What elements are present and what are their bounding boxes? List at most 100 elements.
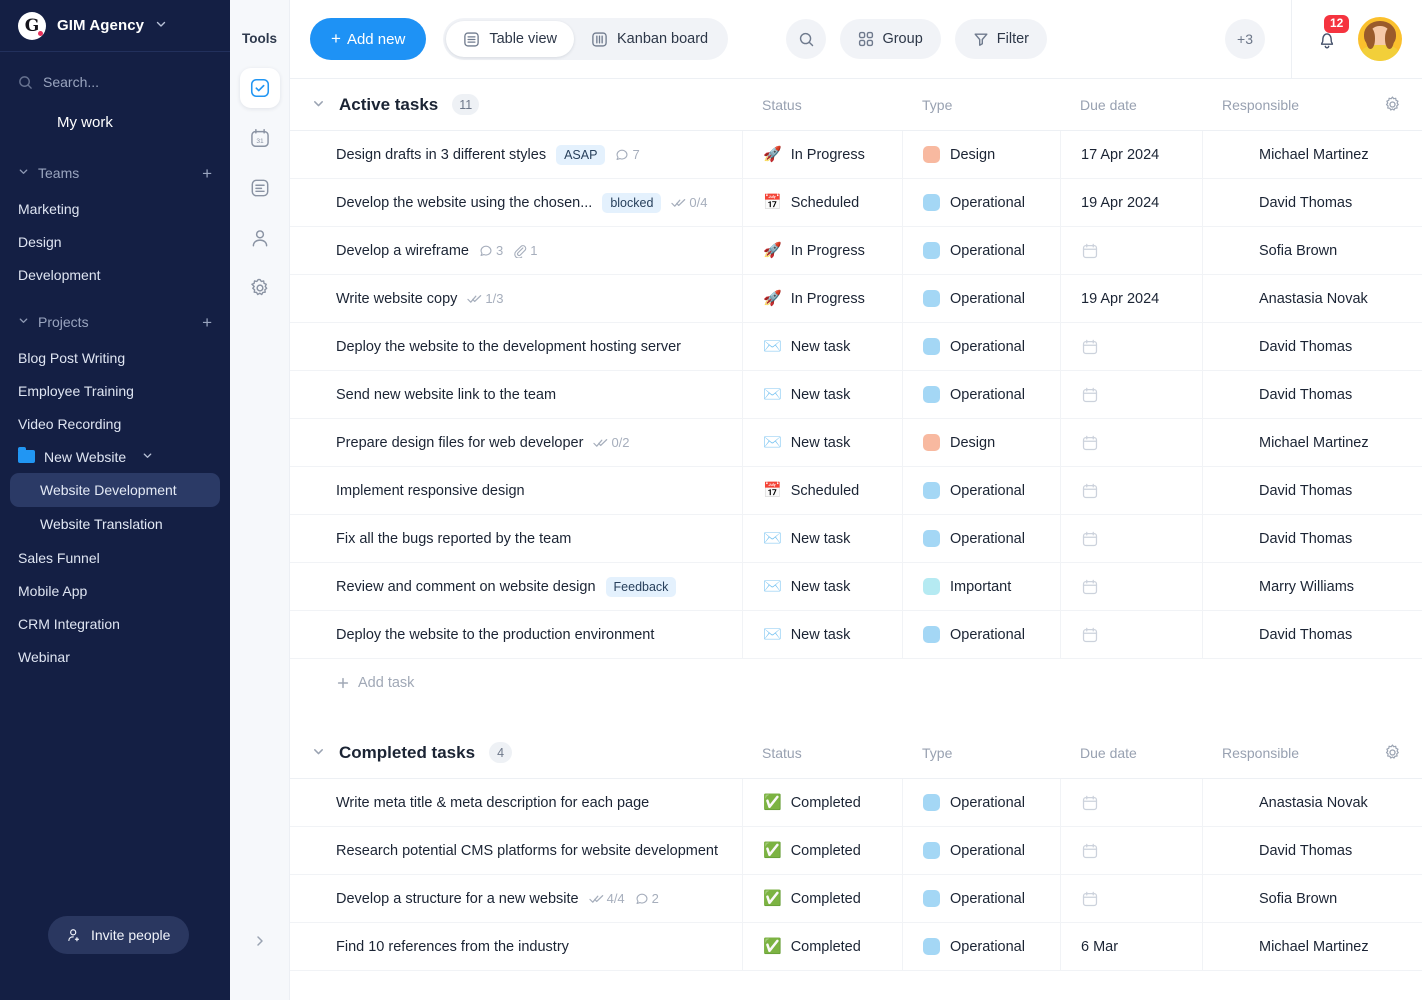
cell-task-name[interactable]: Develop a structure for a new website 4/…	[290, 875, 742, 922]
cell-status[interactable]: ✉️ New task	[742, 611, 902, 658]
add-team-button[interactable]: +	[202, 165, 212, 182]
cell-due-date[interactable]: 19 Apr 2024	[1060, 275, 1202, 322]
column-header-due-date[interactable]: Due date	[1060, 745, 1202, 761]
search-button[interactable]	[786, 19, 827, 59]
table-row[interactable]: Deploy the website to the production env…	[290, 611, 1422, 659]
cell-responsible[interactable]: Anastasia Novak	[1202, 275, 1422, 322]
table-row[interactable]: Review and comment on website design Fee…	[290, 563, 1422, 611]
sidebar-item-employee-training[interactable]: Employee Training	[0, 374, 230, 407]
cell-status[interactable]: ✉️ New task	[742, 563, 902, 610]
cell-task-name[interactable]: Find 10 references from the industry	[290, 923, 742, 970]
sidebar-item-my-work[interactable]: My work	[0, 102, 230, 142]
cell-task-name[interactable]: Fix all the bugs reported by the team	[290, 515, 742, 562]
group-title-cell[interactable]: Completed tasks 4	[290, 742, 742, 763]
filter-button[interactable]: Filter	[954, 19, 1047, 59]
cell-task-name[interactable]: Deploy the website to the development ho…	[290, 323, 742, 370]
cell-responsible[interactable]: David Thomas	[1202, 371, 1422, 418]
calendar-icon[interactable]	[1081, 794, 1099, 812]
table-row[interactable]: Deploy the website to the development ho…	[290, 323, 1422, 371]
cell-due-date[interactable]	[1060, 467, 1202, 514]
sidebar-item-blog-post-writing[interactable]: Blog Post Writing	[0, 341, 230, 374]
rail-item-documents[interactable]	[240, 168, 280, 208]
calendar-icon[interactable]	[1081, 242, 1099, 260]
cell-status[interactable]: ✅ Completed	[742, 923, 902, 970]
column-header-responsible[interactable]: Responsible	[1202, 745, 1383, 761]
cell-task-name[interactable]: Deploy the website to the production env…	[290, 611, 742, 658]
table-row[interactable]: Fix all the bugs reported by the team ✉️…	[290, 515, 1422, 563]
cell-task-name[interactable]: Write meta title & meta description for …	[290, 779, 742, 826]
sidebar-search[interactable]: Search...	[0, 62, 230, 102]
avatars-overflow-count[interactable]: +3	[1225, 19, 1265, 59]
table-row[interactable]: Prepare design files for web developer 0…	[290, 419, 1422, 467]
cell-responsible[interactable]: Michael Martinez	[1202, 923, 1422, 970]
cell-responsible[interactable]: Anastasia Novak	[1202, 779, 1422, 826]
teams-section-header[interactable]: Teams +	[0, 154, 230, 192]
table-row[interactable]: Develop a structure for a new website 4/…	[290, 875, 1422, 923]
cell-due-date[interactable]	[1060, 875, 1202, 922]
cell-type[interactable]: Operational	[902, 371, 1060, 418]
cell-type[interactable]: Design	[902, 131, 1060, 178]
cell-responsible[interactable]: David Thomas	[1202, 467, 1422, 514]
calendar-icon[interactable]	[1081, 578, 1099, 596]
sidebar-item-video-recording[interactable]: Video Recording	[0, 407, 230, 440]
column-header-responsible[interactable]: Responsible	[1202, 97, 1383, 113]
calendar-icon[interactable]	[1081, 530, 1099, 548]
workspace-switcher[interactable]: G GIM Agency	[0, 0, 230, 52]
cell-task-name[interactable]: Develop a wireframe 3 1	[290, 227, 742, 274]
cell-due-date[interactable]: 6 Mar	[1060, 923, 1202, 970]
chevron-down-icon[interactable]	[155, 18, 167, 33]
cell-status[interactable]: ✅ Completed	[742, 779, 902, 826]
sidebar-item-development[interactable]: Development	[0, 258, 230, 291]
table-row[interactable]: Write meta title & meta description for …	[290, 779, 1422, 827]
cell-status[interactable]: 📅 Scheduled	[742, 179, 902, 226]
sidebar-item-webinar[interactable]: Webinar	[0, 640, 230, 673]
cell-responsible[interactable]: Marry Williams	[1202, 563, 1422, 610]
cell-due-date[interactable]	[1060, 371, 1202, 418]
cell-responsible[interactable]: David Thomas	[1202, 611, 1422, 658]
table-row[interactable]: Develop the website using the chosen... …	[290, 179, 1422, 227]
table-row[interactable]: Research potential CMS platforms for web…	[290, 827, 1422, 875]
cell-type[interactable]: Operational	[902, 611, 1060, 658]
cell-responsible[interactable]: David Thomas	[1202, 179, 1422, 226]
cell-task-name[interactable]: Develop the website using the chosen... …	[290, 179, 742, 226]
sidebar-item-marketing[interactable]: Marketing	[0, 192, 230, 225]
add-task-button[interactable]: Add task	[290, 659, 1422, 707]
cell-status[interactable]: 📅 Scheduled	[742, 467, 902, 514]
projects-section-header[interactable]: Projects +	[0, 303, 230, 341]
cell-task-name[interactable]: Review and comment on website design Fee…	[290, 563, 742, 610]
cell-type[interactable]: Operational	[902, 827, 1060, 874]
cell-status[interactable]: ✉️ New task	[742, 419, 902, 466]
cell-due-date[interactable]: 17 Apr 2024	[1060, 131, 1202, 178]
cell-type[interactable]: Design	[902, 419, 1060, 466]
cell-status[interactable]: ✉️ New task	[742, 515, 902, 562]
cell-task-name[interactable]: Send new website link to the team	[290, 371, 742, 418]
rail-item-contacts[interactable]	[240, 218, 280, 258]
cell-status[interactable]: ✅ Completed	[742, 827, 902, 874]
column-settings-icon[interactable]	[1383, 95, 1402, 114]
expand-sidebar-button[interactable]	[230, 934, 290, 948]
cell-task-name[interactable]: Design drafts in 3 different styles ASAP…	[290, 131, 742, 178]
cell-responsible[interactable]: David Thomas	[1202, 323, 1422, 370]
sidebar-item-design[interactable]: Design	[0, 225, 230, 258]
cell-type[interactable]: Operational	[902, 923, 1060, 970]
cell-status[interactable]: ✅ Completed	[742, 875, 902, 922]
group-title-cell[interactable]: Active tasks 11	[290, 94, 742, 115]
cell-type[interactable]: Operational	[902, 875, 1060, 922]
calendar-icon[interactable]	[1081, 482, 1099, 500]
table-row[interactable]: Implement responsive design 📅 Scheduled O…	[290, 467, 1422, 515]
sidebar-item-sales-funnel[interactable]: Sales Funnel	[0, 541, 230, 574]
sidebar-folder-new-website[interactable]: New Website	[0, 440, 230, 473]
cell-responsible[interactable]: Sofia Brown	[1202, 875, 1422, 922]
user-avatar-button[interactable]	[1358, 17, 1402, 61]
column-header-type[interactable]: Type	[902, 745, 1060, 761]
cell-due-date[interactable]	[1060, 515, 1202, 562]
calendar-icon[interactable]	[1081, 386, 1099, 404]
cell-type[interactable]: Operational	[902, 179, 1060, 226]
cell-status[interactable]: 🚀 In Progress	[742, 275, 902, 322]
notifications-button[interactable]: 12	[1310, 15, 1350, 56]
cell-due-date[interactable]: 19 Apr 2024	[1060, 179, 1202, 226]
table-row[interactable]: Find 10 references from the industry ✅ Co…	[290, 923, 1422, 971]
sidebar-item-mobile-app[interactable]: Mobile App	[0, 574, 230, 607]
rail-item-calendar[interactable]: 31	[240, 118, 280, 158]
cell-type[interactable]: Operational	[902, 227, 1060, 274]
